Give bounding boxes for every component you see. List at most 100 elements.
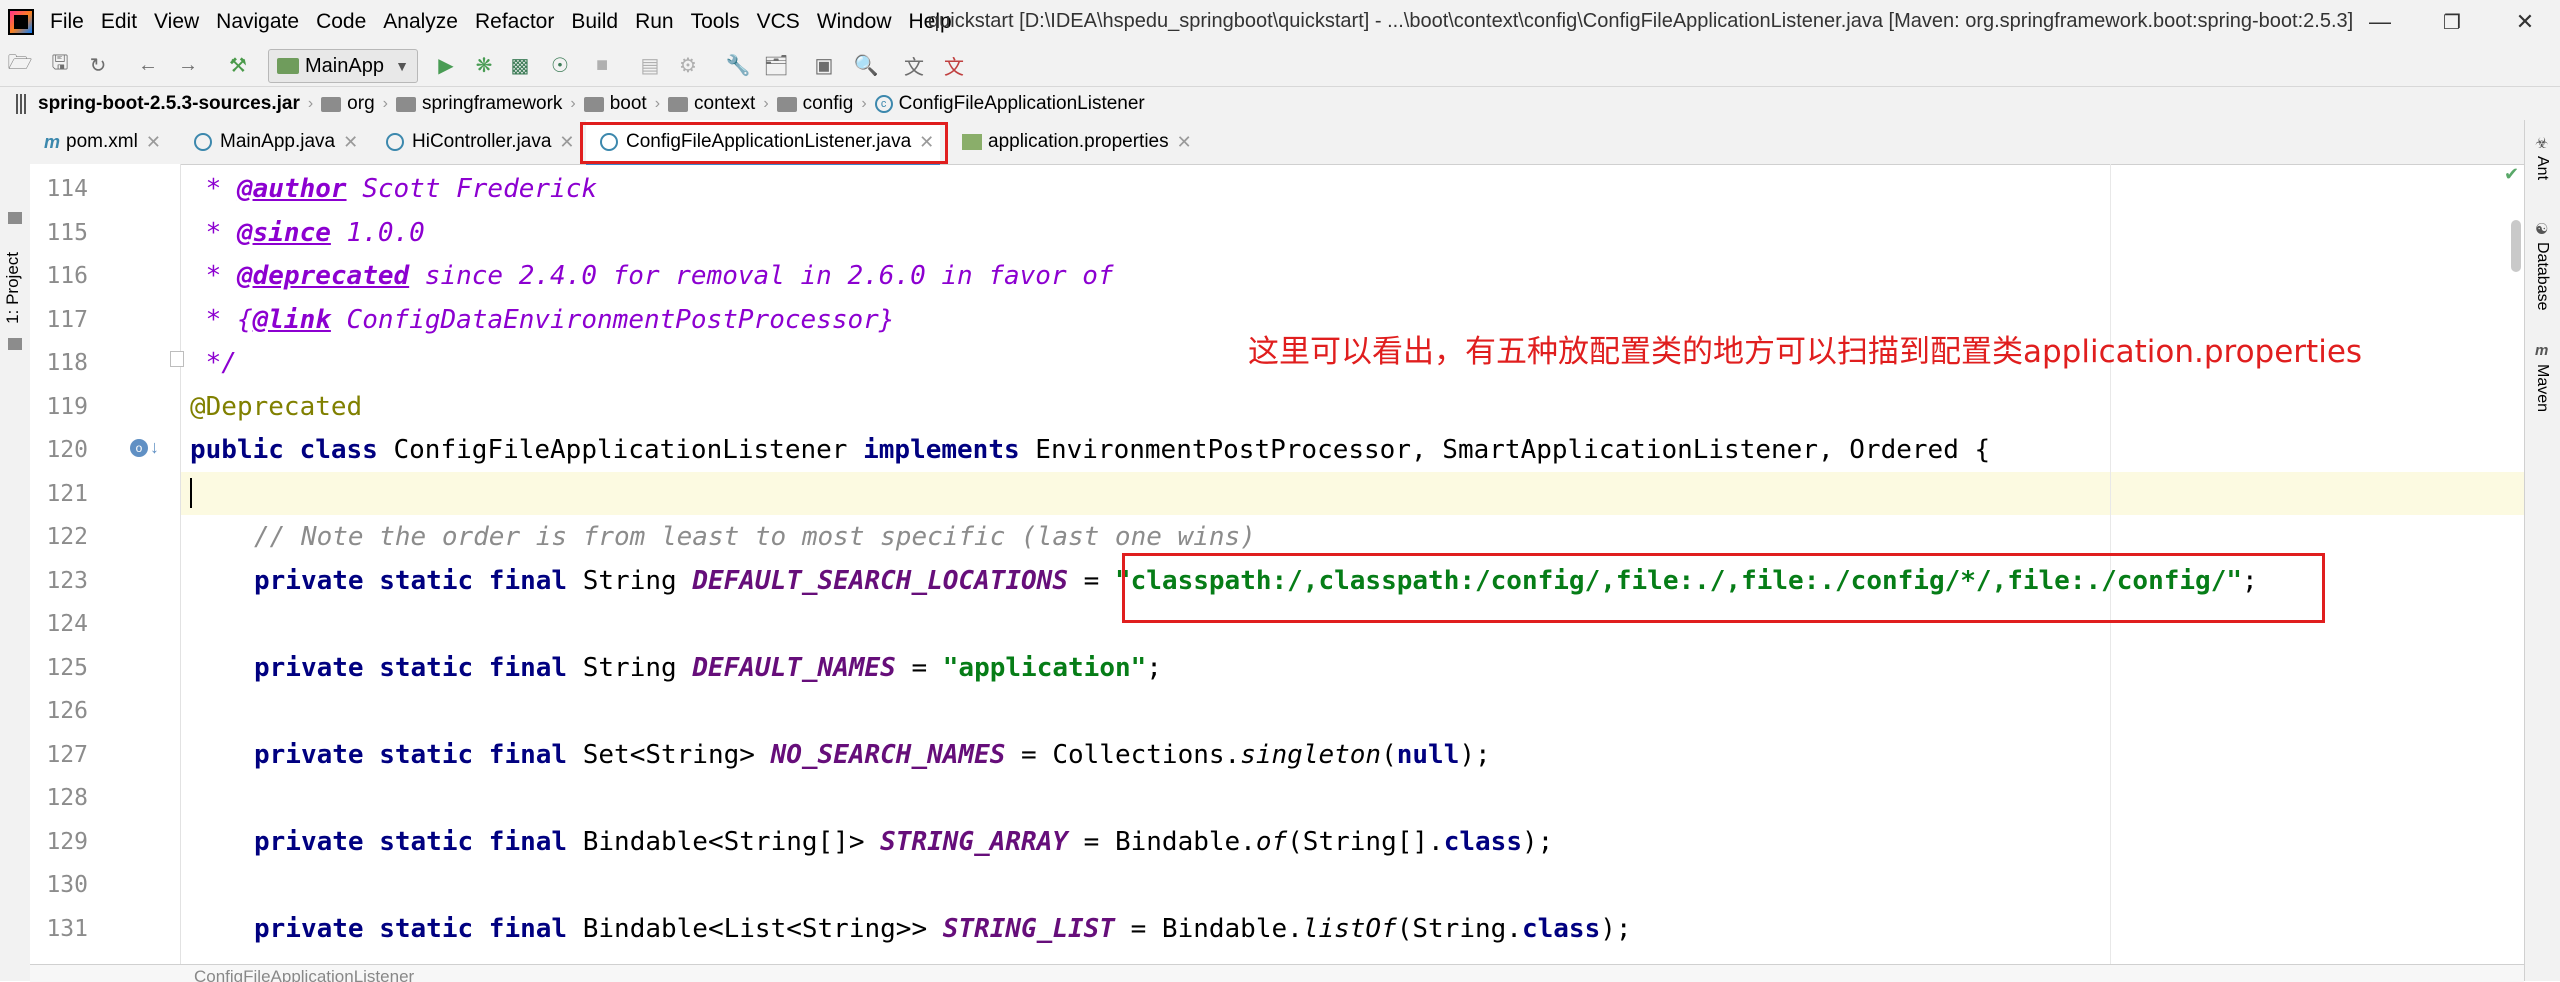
breadcrumb-org[interactable]: org	[321, 93, 375, 115]
code-token: DEFAULT_NAMES	[692, 653, 896, 683]
hammer-icon[interactable]: ⚒	[226, 53, 250, 77]
breadcrumb-jar[interactable]: spring-boot-2.5.3-sources.jar	[38, 93, 300, 115]
structure-icon	[8, 338, 22, 350]
code-line-120[interactable]: public class ConfigFileApplicationListen…	[190, 429, 1990, 472]
code-line-115[interactable]: * @since 1.0.0	[190, 212, 425, 255]
tab-mainapp-java[interactable]: MainApp.java ✕	[194, 120, 358, 164]
close-tab-icon[interactable]: ✕	[559, 132, 574, 153]
code-line-119[interactable]: @Deprecated	[190, 386, 362, 429]
menu-run[interactable]: Run	[635, 10, 674, 34]
run-icon[interactable]: ▶	[434, 53, 458, 77]
menu-edit[interactable]: Edit	[101, 10, 137, 34]
build-artifacts-icon[interactable]: ⚙	[676, 53, 700, 77]
code-line-122[interactable]: // Note the order is from least to most …	[254, 516, 1256, 559]
code-line-114[interactable]: * @author Scott Frederick	[190, 168, 597, 211]
menu-navigate[interactable]: Navigate	[216, 10, 299, 34]
code-token: class	[1443, 827, 1522, 857]
class-icon	[194, 133, 212, 151]
close-tab-icon[interactable]: ✕	[1177, 132, 1192, 153]
vertical-scrollbar[interactable]	[2508, 164, 2524, 964]
code-token: singleton	[1240, 740, 1382, 770]
breadcrumb-config[interactable]: config	[776, 93, 853, 115]
close-tab-icon[interactable]: ✕	[146, 132, 161, 153]
line-number: 129	[46, 829, 88, 855]
menu-vcs[interactable]: VCS	[757, 10, 800, 34]
wrench-icon[interactable]: 🔧	[726, 53, 751, 77]
minimize-button[interactable]: —	[2360, 6, 2400, 38]
code-line-129[interactable]: private static final Bindable<String[]> …	[254, 821, 1553, 864]
fold-marker-icon[interactable]	[170, 351, 184, 367]
code-token: *	[190, 261, 237, 291]
search-icon[interactable]: 🔍	[854, 53, 879, 77]
tab-pom-xml[interactable]: m pom.xml ✕	[44, 120, 161, 164]
status-breadcrumb[interactable]: ConfigFileApplicationListener	[194, 967, 414, 982]
code-token: );	[1459, 740, 1491, 770]
code-token: *	[190, 218, 237, 248]
code-token: );	[1600, 914, 1632, 944]
menu-view[interactable]: View	[154, 10, 199, 34]
project-tool-button[interactable]: 1: Project	[3, 252, 23, 324]
ant-tool-button[interactable]: Ant	[2533, 156, 2551, 180]
coverage-icon[interactable]: ▩	[508, 53, 532, 77]
menu-refactor[interactable]: Refactor	[475, 10, 554, 34]
annotation-note: 这里可以看出，有五种放配置类的地方可以扫描到配置类application.pro…	[1248, 334, 2363, 370]
run-configuration-select[interactable]: MainApp ▼	[268, 49, 418, 83]
implements-marker-icon[interactable]: o	[130, 439, 148, 457]
save-icon[interactable]: 🖫	[48, 52, 72, 77]
code-line-116[interactable]: * @deprecated since 2.4.0 for removal in…	[190, 255, 1114, 298]
stop-icon[interactable]: ■	[590, 53, 614, 77]
breadcrumb-springframework[interactable]: springframework	[395, 93, 562, 115]
scrollbar-thumb[interactable]	[2511, 220, 2521, 272]
code-token: private static final	[254, 566, 568, 596]
code-line-125[interactable]: private static final String DEFAULT_NAME…	[254, 647, 1162, 690]
forward-icon[interactable]: →	[176, 53, 200, 77]
code-token: =	[895, 653, 943, 683]
menu-tools[interactable]: Tools	[691, 10, 740, 34]
breadcrumb-context[interactable]: context	[668, 93, 755, 115]
arrow-down-icon[interactable]: ↓	[150, 437, 159, 458]
debug-icon[interactable]: ❋	[472, 53, 496, 77]
code-line-131[interactable]: private static final Bindable<List<Strin…	[254, 908, 1632, 951]
menu-items: File Edit View Navigate Code Analyze Ref…	[50, 0, 969, 44]
sync-icon[interactable]: ↻	[86, 53, 110, 77]
code-line-117[interactable]: * {@link ConfigDataEnvironmentPostProces…	[190, 299, 895, 342]
menu-code[interactable]: Code	[316, 10, 366, 34]
menu-analyze[interactable]: Analyze	[383, 10, 458, 34]
line-number: 114	[46, 176, 88, 202]
tab-hicontroller-java[interactable]: HiController.java ✕	[386, 120, 575, 164]
line-number: 121	[46, 481, 88, 507]
close-window-button[interactable]: ✕	[2505, 6, 2545, 38]
project-structure-icon[interactable]: 🗂	[763, 53, 788, 77]
menu-build[interactable]: Build	[571, 10, 618, 34]
translate-icon[interactable]: 文	[902, 53, 926, 79]
code-token: (	[1381, 740, 1397, 770]
terminal-icon[interactable]: ▣	[812, 53, 836, 77]
breadcrumb-boot[interactable]: boot	[583, 93, 647, 115]
restore-button[interactable]: ❐	[2432, 6, 2472, 38]
menu-window[interactable]: Window	[817, 10, 892, 34]
run-config-label: MainApp	[305, 54, 384, 77]
tab-application-properties[interactable]: application.properties ✕	[962, 120, 1192, 164]
translate-replace-icon[interactable]: 文	[942, 53, 966, 79]
attach-icon[interactable]: ▤	[638, 53, 662, 77]
profile-icon[interactable]: ☉	[548, 53, 572, 77]
code-token: ConfigDataEnvironmentPostProcessor}	[330, 305, 895, 335]
code-token: );	[1521, 827, 1554, 857]
line-number: 127	[46, 742, 88, 768]
line-number: 118	[46, 350, 88, 376]
database-tool-button[interactable]: Database	[2533, 242, 2551, 311]
code-token: */	[190, 348, 237, 378]
code-line-118[interactable]: */	[190, 342, 237, 385]
text-caret	[190, 478, 192, 508]
code-token: = Bindable.	[1068, 827, 1256, 857]
folder-open-icon[interactable]: 🗁	[8, 52, 33, 77]
code-line-127[interactable]: private static final Set<String> NO_SEAR…	[254, 734, 1491, 777]
breadcrumb-class[interactable]: c ConfigFileApplicationListener	[874, 93, 1145, 115]
menu-file[interactable]: File	[50, 10, 84, 34]
maven-tool-button[interactable]: Maven	[2533, 364, 2551, 412]
close-tab-icon[interactable]: ✕	[343, 132, 358, 153]
code-token: Bindable<List<String>>	[567, 914, 943, 944]
code-token: DEFAULT_SEARCH_LOCATIONS	[692, 566, 1068, 596]
back-icon[interactable]: ←	[136, 53, 160, 77]
folder-icon	[583, 96, 604, 112]
